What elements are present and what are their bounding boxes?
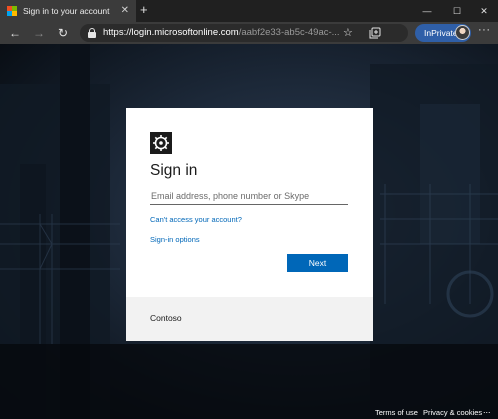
close-icon: ✕	[480, 5, 488, 16]
inprivate-label: InPrivate	[424, 28, 458, 38]
url-text[interactable]: https://login.microsoftonline.com/aabf2e…	[103, 27, 340, 38]
page-title: Sign in	[150, 162, 198, 179]
url-path: /aabf2e33-ab5c-49ac-...	[238, 27, 340, 38]
url-host: https://login.microsoftonline.com	[103, 27, 239, 38]
privacy-cookies-link[interactable]: Privacy & cookies	[423, 408, 482, 417]
new-tab-icon[interactable]: +	[140, 3, 148, 17]
cant-access-account-link[interactable]: Can't access your account?	[150, 215, 242, 224]
microsoft-logo-icon	[7, 6, 17, 16]
footer-more-button[interactable]: ...	[483, 405, 491, 415]
lock-icon[interactable]	[88, 28, 96, 38]
maximize-button[interactable]: ☐	[443, 0, 471, 22]
more-menu-icon[interactable]: ···	[478, 24, 491, 36]
maximize-icon: ☐	[452, 5, 462, 16]
next-button[interactable]: Next	[287, 254, 348, 272]
organization-name: Contoso	[150, 313, 182, 323]
tab-close-icon[interactable]: ✕	[121, 5, 129, 17]
window-close-button[interactable]: ✕	[470, 0, 498, 22]
minimize-button[interactable]: —	[413, 0, 441, 22]
tab-title: Sign in to your account	[23, 6, 110, 16]
card-footer: Contoso	[126, 297, 373, 341]
minimize-icon: —	[422, 6, 432, 16]
star-outline-icon[interactable]: ☆	[343, 26, 353, 39]
sign-in-options-link[interactable]: Sign-in options	[150, 235, 200, 244]
footer-links: Terms of use Privacy & cookies ...	[0, 405, 498, 419]
tab-sign-in[interactable]: Sign in to your account ✕	[0, 0, 136, 22]
tab-strip: Sign in to your account ✕ + — ☐ ✕	[0, 0, 498, 22]
refresh-icon[interactable]: ↻	[55, 25, 71, 41]
email-field[interactable]	[150, 188, 348, 205]
collections-icon[interactable]	[369, 27, 381, 39]
organization-logo-icon	[150, 132, 172, 154]
page-content: Sign in Can't access your account? Sign-…	[0, 44, 498, 419]
sign-in-card: Sign in Can't access your account? Sign-…	[126, 108, 373, 341]
address-bar[interactable]: https://login.microsoftonline.com/aabf2e…	[80, 24, 408, 42]
back-arrow-icon[interactable]: ←	[7, 25, 23, 41]
profile-avatar[interactable]	[455, 25, 470, 40]
forward-arrow-icon[interactable]: →	[31, 25, 47, 41]
terms-of-use-link[interactable]: Terms of use	[375, 408, 418, 417]
